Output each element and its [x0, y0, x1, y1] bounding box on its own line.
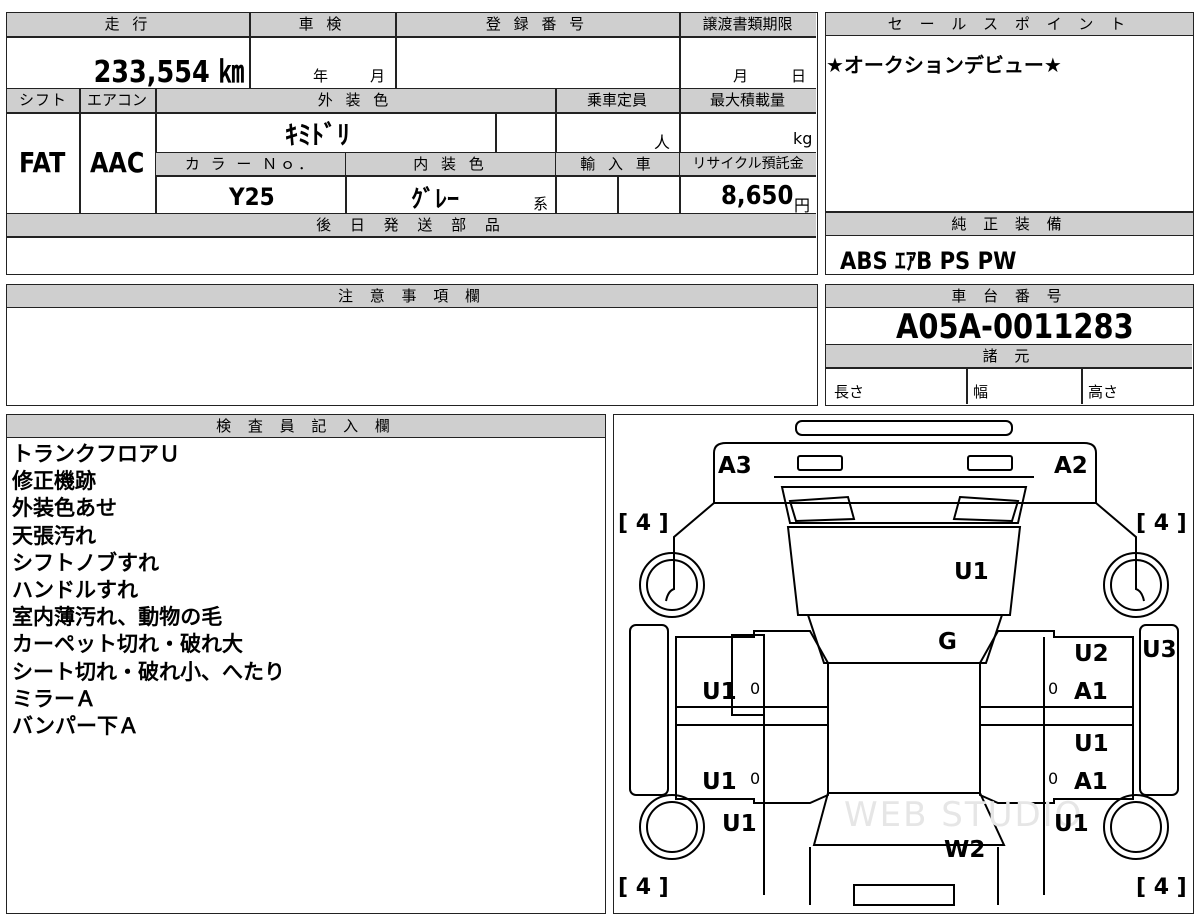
note-line: ハンドルすれ — [12, 578, 138, 603]
mark-left-rear-door: U1 — [702, 769, 737, 795]
ac-value: AAC — [90, 146, 145, 179]
vehicle-info-table: 走 行 車 検 登 録 番 号 譲渡書類期限 233,554 ㎞ 年 月 月 日… — [6, 12, 818, 275]
watermark: WEB STUDIO — [844, 795, 1084, 835]
mark-left-front-door: U1 — [702, 679, 737, 705]
note-line: 修正機跡 — [12, 469, 96, 494]
capacity-unit: 人 — [654, 133, 671, 152]
color-no-value: Y25 — [229, 183, 275, 211]
length-label: 長さ — [834, 383, 865, 401]
mark-a2: A2 — [1054, 453, 1088, 479]
mileage-header: 走 行 — [7, 13, 249, 36]
exterior-header: 外 装 色 — [155, 89, 555, 112]
exterior-color-value: ｷﾐﾄﾞﾘ — [285, 121, 351, 151]
note-line: トランクフロアＵ — [12, 442, 180, 466]
height-label: 高さ — [1088, 383, 1119, 401]
caution-box: 注 意 事 項 欄 — [6, 284, 818, 406]
tire-label-front-right: [ 4 ] — [1136, 875, 1187, 900]
sales-point-box: セ ー ル ス ポ イ ン ト ★オークションデビュー★ — [825, 12, 1194, 212]
caution-header: 注 意 事 項 欄 — [7, 285, 817, 308]
note-line: 天張汚れ — [12, 523, 96, 548]
note-line: 室内薄汚れ、動物の毛 — [12, 605, 223, 630]
sales-point-text: ★オークションデビュー★ — [826, 53, 1062, 77]
mark-g: G — [938, 629, 957, 655]
inspector-header: 検 査 員 記 入 欄 — [7, 415, 605, 438]
width-label: 幅 — [973, 383, 989, 401]
shaken-header: 車 検 — [249, 13, 395, 36]
color-no-header: カ ラ ー Ｎｏ． — [156, 153, 345, 175]
deadline-month: 月 — [733, 67, 749, 85]
mark-right-rear-u: U1 — [1074, 731, 1109, 757]
mark-zero: 0 — [1048, 679, 1059, 698]
recycle-value: 8,650 — [721, 181, 794, 211]
mark-a3: A3 — [718, 453, 752, 479]
shaken-month: 月 — [370, 67, 386, 85]
note-line: シフトノブすれ — [12, 550, 159, 575]
shaken-year: 年 — [313, 67, 329, 85]
mileage-value: 233,554 ㎞ — [93, 55, 244, 90]
interior-header: 内 装 色 — [346, 153, 555, 175]
note-line: ミラーＡ — [12, 686, 96, 711]
maxload-header: 最大積載量 — [679, 89, 816, 112]
mark-roof: U1 — [954, 559, 989, 585]
mark-u2: U2 — [1074, 641, 1109, 667]
mark-zero: 0 — [750, 679, 761, 698]
mark-right-front-door: A1 — [1074, 679, 1108, 705]
mark-left-fender: U1 — [722, 811, 757, 837]
note-line: カーペット切れ・破れ大 — [12, 632, 243, 657]
deadline-header: 譲渡書類期限 — [679, 13, 816, 36]
shift-value: FAT — [19, 146, 66, 179]
car-diagram-box: WEB STUDIO [ 4 ] [ 4 ] [ 4 ] [ 4 ] A3 A2… — [613, 414, 1194, 914]
ac-header: エアコン — [79, 89, 155, 112]
interior-color-value: ｸﾞﾚｰ — [411, 185, 459, 213]
tire-label-rear-left: [ 4 ] — [618, 511, 669, 536]
registration-header: 登 録 番 号 — [395, 13, 679, 36]
mark-u3: U3 — [1142, 637, 1177, 663]
inspector-box: 検 査 員 記 入 欄 トランクフロアＵ 修正機跡 外装色あせ 天張汚れ シフト… — [6, 414, 606, 914]
shift-header: シフト — [7, 89, 79, 112]
capacity-header: 乗車定員 — [555, 89, 679, 112]
mark-right-rear-a: A1 — [1074, 769, 1108, 795]
mark-right-fender: U1 — [1054, 811, 1089, 837]
maxload-unit: kg — [793, 129, 813, 148]
chassis-header: 車 台 番 号 — [826, 285, 1193, 308]
sales-point-header: セ ー ル ス ポ イ ン ト — [826, 13, 1193, 36]
equipment-header: 純 正 装 備 — [826, 213, 1193, 236]
note-line: 外装色あせ — [12, 496, 117, 521]
import-header: 輸 入 車 — [556, 153, 679, 175]
later-parts-header: 後 日 発 送 部 品 — [7, 214, 816, 236]
tire-label-front-left: [ 4 ] — [618, 875, 669, 900]
inspector-notes: トランクフロアＵ 修正機跡 外装色あせ 天張汚れ シフトノブすれ ハンドルすれ … — [12, 441, 285, 740]
note-line: シート切れ・破れ小、へたり — [12, 659, 285, 684]
tire-label-rear-right: [ 4 ] — [1136, 511, 1187, 536]
equipment-text: ABS ｴｱB PS PW — [840, 247, 1017, 275]
recycle-header: リサイクル預託金 — [680, 153, 816, 175]
chassis-number: A05A-0011283 — [896, 307, 1134, 347]
mark-zero: 0 — [750, 769, 761, 788]
chassis-box: 車 台 番 号 A05A-0011283 諸 元 長さ 幅 高さ — [825, 284, 1194, 406]
deadline-day: 日 — [791, 67, 807, 85]
mark-zero: 0 — [1048, 769, 1059, 788]
equipment-box: 純 正 装 備 ABS ｴｱB PS PW — [825, 212, 1194, 275]
specs-header: 諸 元 — [826, 345, 1192, 367]
mark-w2: W2 — [944, 837, 986, 863]
note-line: バンパー下Ａ — [12, 714, 140, 739]
interior-suffix: 系 — [533, 195, 549, 213]
